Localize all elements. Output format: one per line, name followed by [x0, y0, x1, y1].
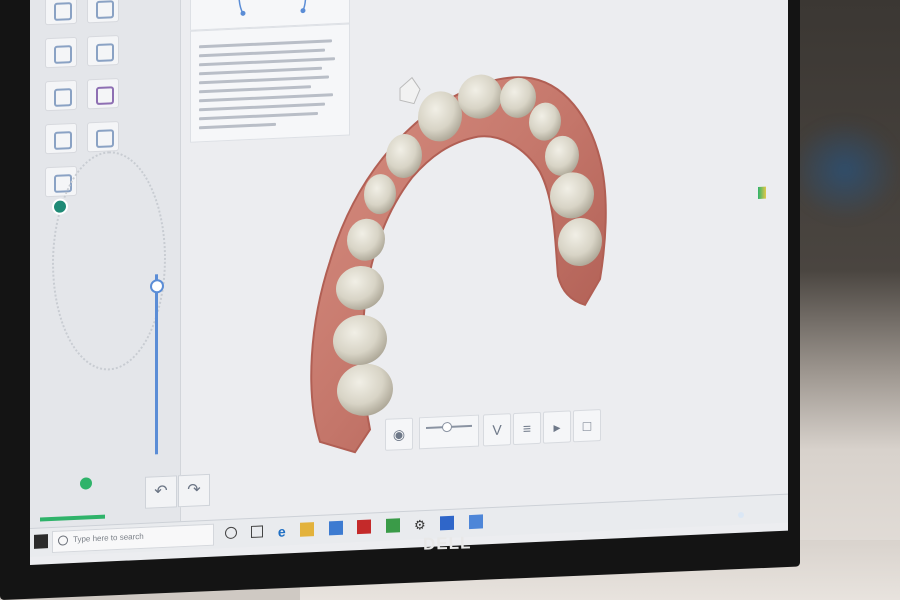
photo-scene: ↶ ↷ ◉ V ≡ ▸ □ Type here to search e ⚙ DE… — [0, 0, 900, 600]
tool-icon — [54, 2, 72, 21]
tool-button[interactable] — [87, 34, 120, 67]
tooth-view-button[interactable]: ◉ — [385, 417, 413, 451]
edge-icon[interactable]: e — [278, 523, 286, 539]
start-icon[interactable] — [34, 534, 48, 549]
app-blue2-icon[interactable] — [468, 514, 483, 529]
redo-button[interactable]: ↷ — [178, 473, 210, 508]
tool-button[interactable] — [87, 0, 120, 24]
copy-button[interactable]: □ — [573, 409, 601, 443]
tool-button[interactable] — [87, 120, 120, 153]
jaw-button[interactable]: V — [483, 413, 511, 447]
file-explorer-icon[interactable] — [300, 521, 315, 537]
tool-button[interactable] — [45, 122, 77, 155]
view-slider-handle[interactable] — [442, 421, 452, 433]
app-red-icon[interactable] — [357, 519, 372, 534]
tool-icon — [54, 88, 72, 107]
monitor-brand-logo: DELL — [422, 533, 472, 554]
tool-button[interactable] — [87, 77, 120, 110]
status-indicator — [80, 477, 92, 490]
tool-button[interactable] — [45, 36, 77, 69]
tool-icon — [54, 131, 72, 150]
app-blue-icon[interactable] — [440, 515, 455, 531]
side-indicator — [758, 186, 766, 199]
taskbar-search-input[interactable]: Type here to search — [52, 523, 214, 554]
view-slider[interactable] — [419, 414, 479, 450]
3d-dental-scan[interactable] — [300, 48, 620, 473]
tool-icon — [96, 0, 115, 19]
left-tool-panel: ↶ ↷ — [30, 0, 210, 536]
task-view-icon[interactable] — [225, 526, 237, 539]
progress-bar — [40, 514, 105, 522]
task-view-icon[interactable] — [251, 525, 264, 538]
tool-icon — [96, 86, 115, 105]
tool-button[interactable] — [45, 0, 77, 26]
settings-icon[interactable]: ⚙ — [414, 517, 426, 533]
undo-button[interactable]: ↶ — [145, 475, 177, 509]
play-button[interactable]: ▸ — [543, 410, 571, 444]
store-icon[interactable] — [328, 520, 343, 536]
power-led — [738, 512, 744, 518]
background-blue-sign — [790, 120, 900, 220]
tool-icon — [96, 129, 115, 148]
monitor-screen: ↶ ↷ ◉ V ≡ ▸ □ Type here to search e ⚙ — [30, 0, 788, 566]
filter-button[interactable]: ≡ — [513, 411, 541, 446]
tool-icon — [96, 43, 115, 62]
search-placeholder: Type here to search — [73, 531, 144, 545]
app-green-icon[interactable] — [385, 517, 400, 533]
scan-fragment — [399, 76, 421, 105]
vertical-slider-track[interactable] — [155, 274, 158, 455]
rotation-dial[interactable] — [52, 148, 166, 374]
search-icon — [58, 535, 68, 546]
tool-button[interactable] — [45, 79, 77, 112]
tool-icon — [54, 45, 72, 64]
